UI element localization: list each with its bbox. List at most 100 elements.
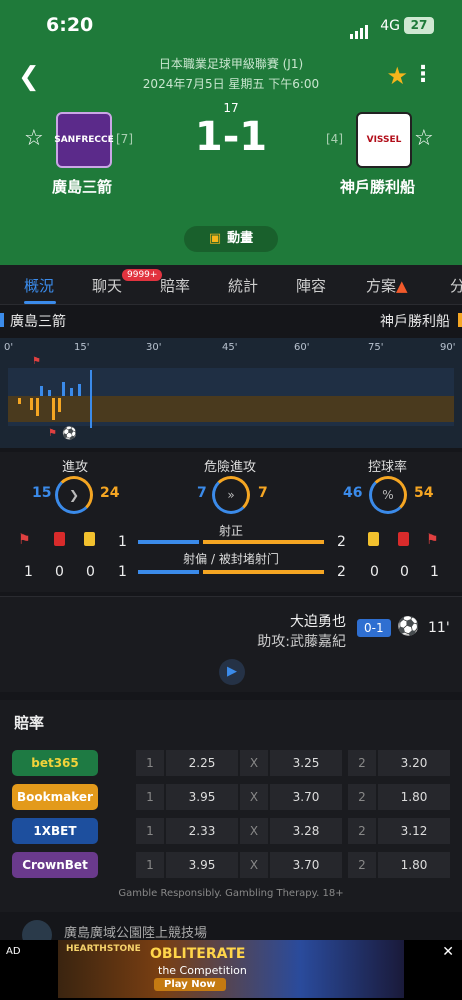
odds-value-away[interactable]: 3.12 xyxy=(378,818,450,844)
ad-banner-bar: AD HEARTHSTONE OBLITERATE the Competitio… xyxy=(0,940,462,1000)
tab-lineup[interactable]: 陣容 xyxy=(296,275,326,296)
odds-value-away[interactable]: 3.20 xyxy=(378,750,450,776)
bookmaker-logo[interactable]: CrownBet xyxy=(12,852,98,878)
home-red-cards: 0 xyxy=(55,564,64,580)
tab-tips[interactable]: 方案▲ xyxy=(366,275,408,296)
goal-event: 大迫勇也 助攻:武藤嘉紀 0-1 ⚽ 11' ▶ xyxy=(0,596,462,692)
tab-overview[interactable]: 概況 xyxy=(24,275,54,296)
home-pressure-bar xyxy=(70,388,73,396)
timeline-home-name: 廣島三箭 xyxy=(10,314,66,330)
ad-banner[interactable]: HEARTHSTONE OBLITERATE the Competition P… xyxy=(58,940,404,998)
more-vertical-icon[interactable]: ⋮ xyxy=(412,62,434,87)
home-follow-star-icon[interactable]: ☆ xyxy=(24,126,44,151)
shots-off-label: 射偏 / 被封堵射门 xyxy=(183,552,279,566)
odds-outcome-label: 1 xyxy=(136,784,164,810)
odds-row[interactable]: CrownBet 1 3.95 X 3.70 2 1.80 xyxy=(12,852,450,878)
ad-play-button[interactable]: Play Now xyxy=(154,978,226,991)
home-team-logo[interactable]: SANFRECCE xyxy=(54,112,114,168)
percent-icon: % xyxy=(382,488,394,502)
goal-scorer[interactable]: 大迫勇也 xyxy=(290,611,346,631)
home-corners: 1 xyxy=(24,564,33,580)
bookmaker-logo[interactable]: 1XBET xyxy=(12,818,98,844)
odds-row[interactable]: 1XBET 1 2.33 X 3.28 2 3.12 xyxy=(12,818,450,844)
shots-on-home: 1 xyxy=(118,534,127,550)
chat-count-badge: 9999+ xyxy=(122,269,163,281)
home-color-marker xyxy=(0,313,4,327)
corner-flag-icon: ⚑ xyxy=(32,356,41,367)
ad-subtitle: the Competition xyxy=(158,964,247,977)
yellow-card-icon xyxy=(84,532,95,550)
odds-value-draw[interactable]: 3.70 xyxy=(270,784,342,810)
shots-on-label: 射正 xyxy=(218,524,243,538)
animation-button[interactable]: ▣ 動畫 xyxy=(184,226,278,252)
odds-outcome-label: 1 xyxy=(136,852,164,878)
odds-value-away[interactable]: 1.80 xyxy=(378,784,450,810)
away-team-name[interactable]: 神戶勝利船 xyxy=(340,176,415,197)
odds-title: 賠率 xyxy=(14,714,45,732)
tick-60: 60' xyxy=(294,342,310,353)
shots-off-bar xyxy=(138,570,324,574)
away-team-logo[interactable]: VISSEL xyxy=(356,112,412,168)
possession-ring: % xyxy=(369,476,407,514)
news-item[interactable]: 廣島廣域公園陸上競技場 xyxy=(0,918,462,950)
odds-value-home[interactable]: 3.95 xyxy=(166,784,238,810)
home-team-name[interactable]: 廣島三箭 xyxy=(52,176,112,197)
home-yellow-cards: 0 xyxy=(86,564,95,580)
attack-ring: ❯ xyxy=(55,476,93,514)
dangerous-attack-label: 危險進攻 xyxy=(204,460,257,475)
odds-value-home[interactable]: 2.33 xyxy=(166,818,238,844)
attack-away: 24 xyxy=(100,485,120,501)
tab-odds[interactable]: 賠率 xyxy=(160,275,190,296)
close-icon[interactable]: ✕ xyxy=(442,944,454,960)
tab-more[interactable]: 分 xyxy=(450,275,462,296)
red-card-icon xyxy=(54,532,65,550)
away-corners: 1 xyxy=(430,564,439,580)
odds-value-home[interactable]: 3.95 xyxy=(166,852,238,878)
odds-value-away[interactable]: 1.80 xyxy=(378,852,450,878)
chevron-right-icon: ❯ xyxy=(68,488,80,502)
odds-outcome-label: X xyxy=(240,852,268,878)
corner-flag-icon: ⚑ xyxy=(18,532,31,548)
odds-outcome-label: X xyxy=(240,750,268,776)
tab-stats[interactable]: 統計 xyxy=(228,275,258,296)
news-title[interactable]: 廣島廣域公園陸上競技場 xyxy=(64,922,207,941)
away-yellow-cards: 0 xyxy=(370,564,379,580)
dangerous-ring: » xyxy=(212,476,250,514)
soccer-ball-icon: ⚽ xyxy=(397,616,420,637)
away-pressure-bar xyxy=(52,398,55,420)
tab-chat[interactable]: 聊天 xyxy=(92,275,122,296)
fire-icon: ▲ xyxy=(396,277,408,295)
shots-on-away: 2 xyxy=(337,534,346,550)
shots-off-home: 1 xyxy=(118,564,127,580)
possession-label: 控球率 xyxy=(368,460,408,475)
battery-icon: 27 xyxy=(404,17,434,34)
odds-outcome-label: X xyxy=(240,818,268,844)
star-icon[interactable]: ★ xyxy=(386,62,408,90)
odds-value-draw[interactable]: 3.70 xyxy=(270,852,342,878)
goal-score-badge: 0-1 xyxy=(357,619,391,637)
away-follow-star-icon[interactable]: ☆ xyxy=(414,126,434,151)
match-timeline: 0' 15' 30' 45' 60' 75' 90' ⚑ ⚑ ⚽ xyxy=(0,338,462,448)
bookmaker-logo[interactable]: Bookmaker xyxy=(12,784,98,810)
odds-value-draw[interactable]: 3.25 xyxy=(270,750,342,776)
timeline-away-name: 神戶勝利船 xyxy=(380,314,450,330)
clock: 6:20 xyxy=(46,14,94,36)
odds-row[interactable]: bet365 1 2.25 X 3.25 2 3.20 xyxy=(12,750,450,776)
bookmaker-logo[interactable]: bet365 xyxy=(12,750,98,776)
goal-assist: 助攻:武藤嘉紀 xyxy=(257,634,346,650)
odds-value-home[interactable]: 2.25 xyxy=(166,750,238,776)
shots-off-away: 2 xyxy=(337,564,346,580)
odds-value-draw[interactable]: 3.28 xyxy=(270,818,342,844)
ad-label: AD xyxy=(6,946,21,957)
double-chevron-icon: » xyxy=(227,488,235,502)
odds-panel: 賠率 bet365 1 2.25 X 3.25 2 3.20 Bookmaker 1 3.95 X 3… xyxy=(0,700,462,912)
odds-outcome-label: 1 xyxy=(136,818,164,844)
goal-ball-icon: ⚽ xyxy=(62,426,77,440)
tick-15: 15' xyxy=(74,342,90,353)
home-rank: [7] xyxy=(116,132,133,146)
corner-flag-icon: ⚑ xyxy=(426,532,439,548)
status-bar: 6:20 4G 27 xyxy=(0,12,462,42)
odds-row[interactable]: Bookmaker 1 3.95 X 3.70 2 1.80 xyxy=(12,784,450,810)
away-red-cards: 0 xyxy=(400,564,409,580)
odds-outcome-label: 2 xyxy=(348,750,376,776)
